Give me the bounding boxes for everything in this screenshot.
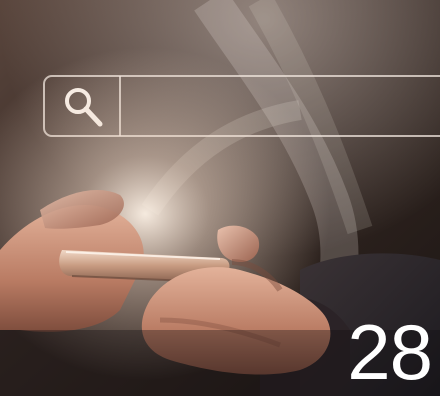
photo-frame: 28 (0, 0, 448, 403)
page-number: 28 (347, 308, 433, 396)
